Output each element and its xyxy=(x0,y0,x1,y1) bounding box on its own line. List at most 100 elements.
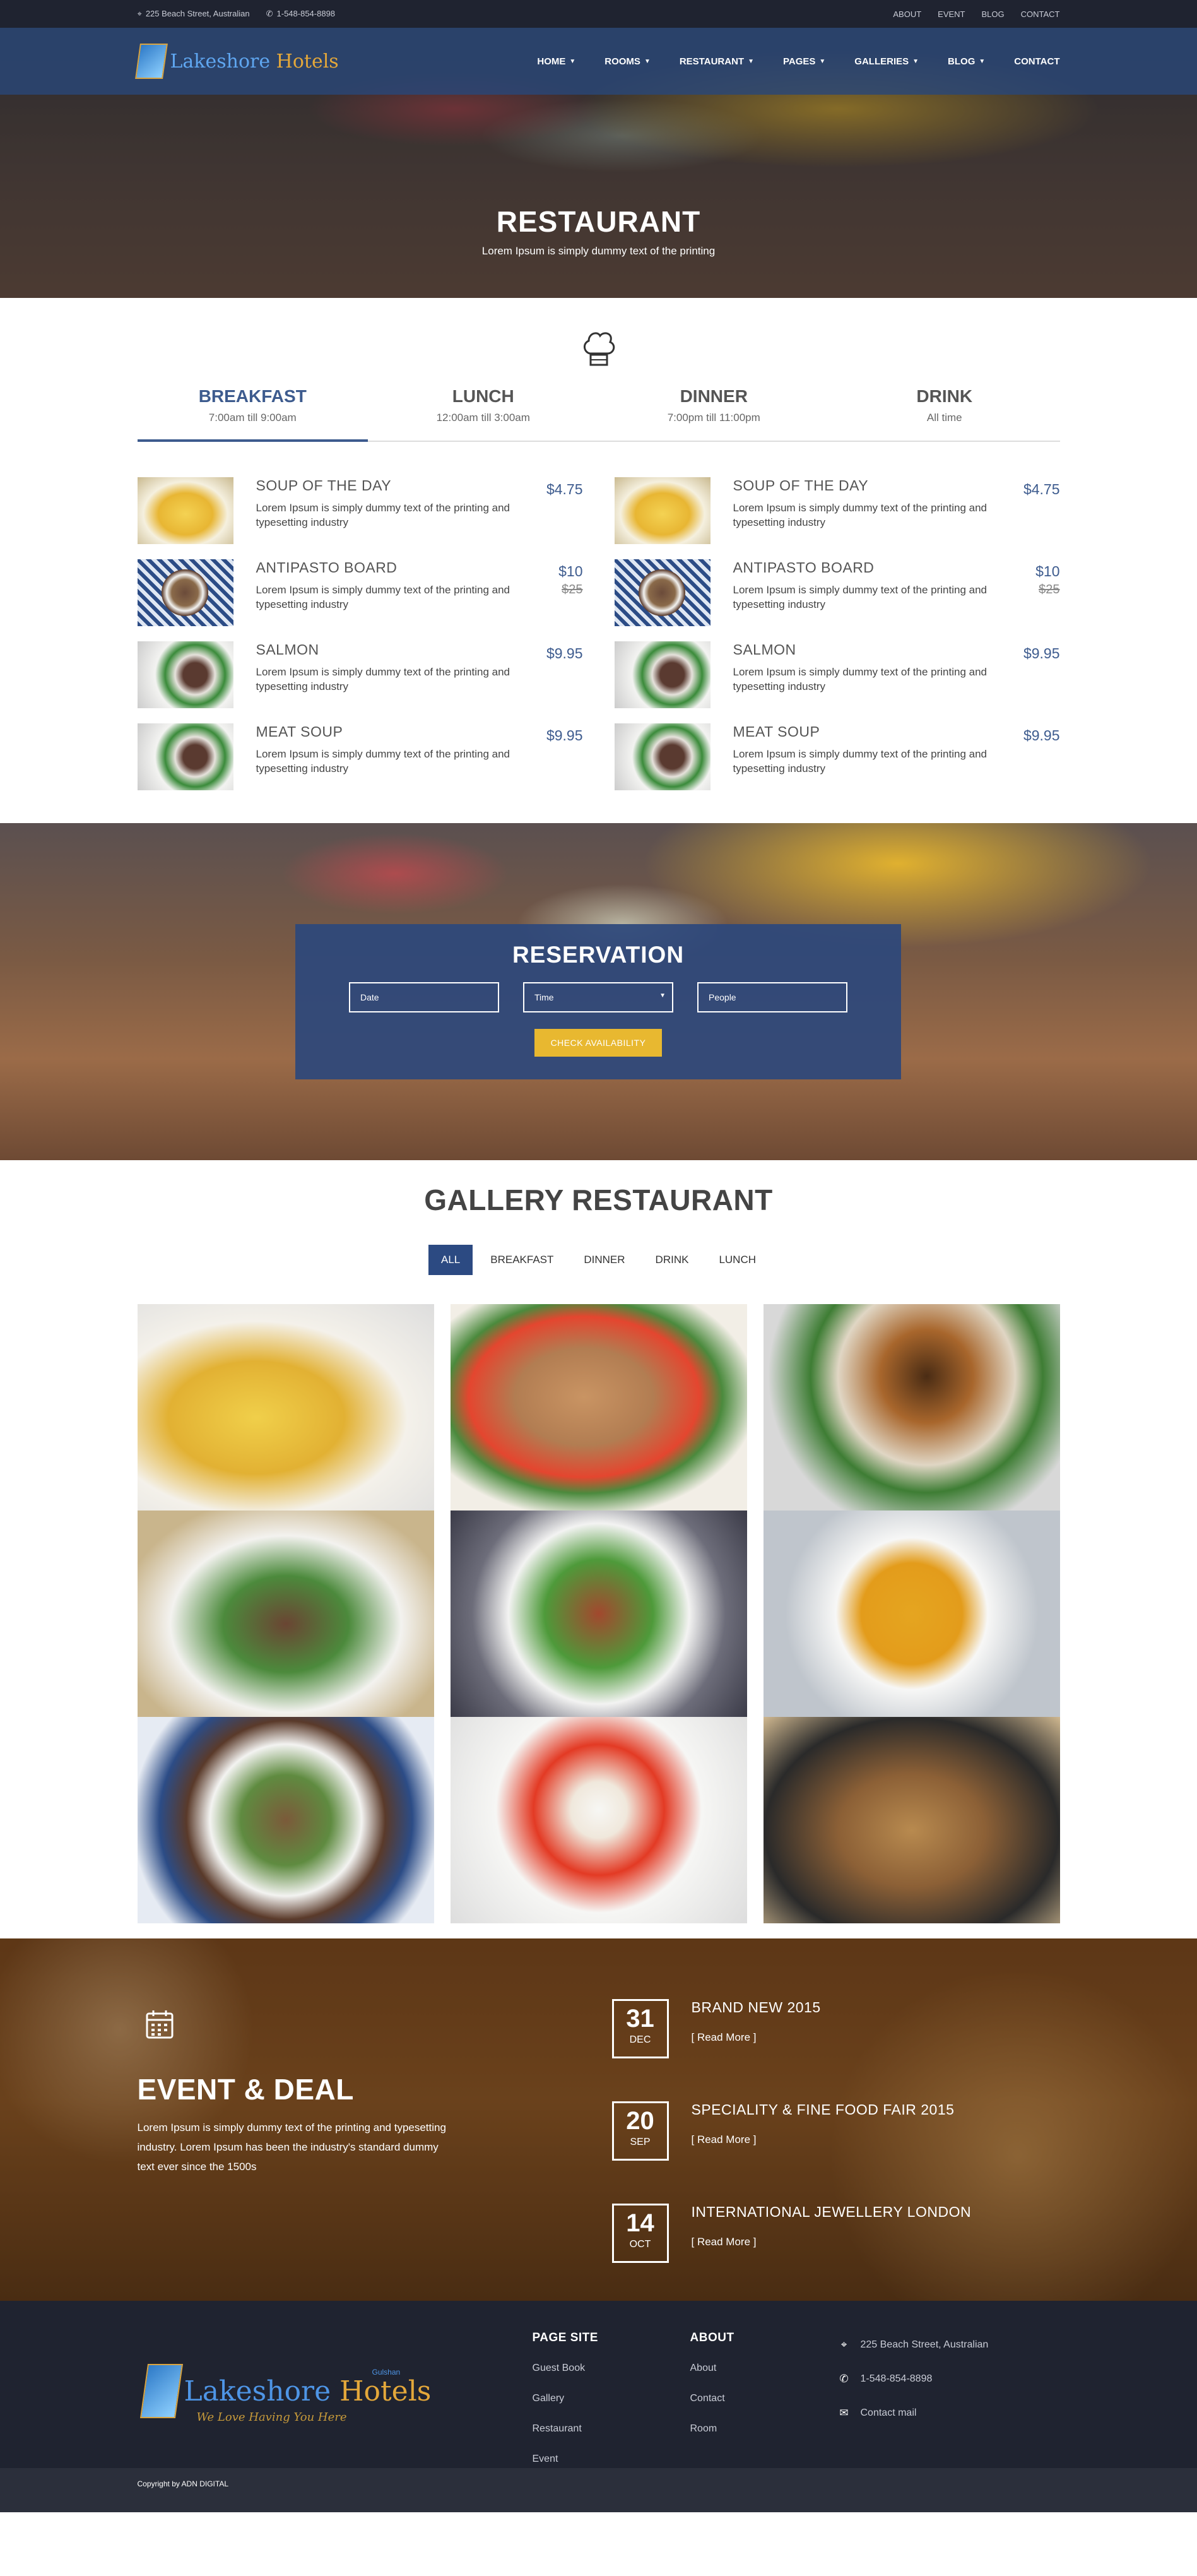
tab-breakfast[interactable]: BREAKFAST 7:00am till 9:00am xyxy=(137,386,368,442)
dish-item[interactable]: SALMON Lorem Ipsum is simply dummy text o… xyxy=(614,641,1060,708)
nav-contact[interactable]: CONTACT xyxy=(1014,56,1059,67)
phone-icon: ✆ xyxy=(839,2373,849,2385)
page-title: RESTAURANT xyxy=(496,205,701,238)
gallery-title: GALLERY RESTAURANT xyxy=(424,1184,773,1216)
time-select[interactable]: Time ▼ xyxy=(523,982,673,1012)
event-description: Lorem Ipsum is simply dummy text of the … xyxy=(137,2122,446,2173)
event-date-badge: 20 SEP xyxy=(611,2101,669,2161)
dish-description: Lorem Ipsum is simply dummy text of the … xyxy=(256,502,510,528)
footer-mail[interactable]: Contact mail xyxy=(861,2407,917,2419)
read-more-link[interactable]: [ Read More ] xyxy=(692,2031,821,2044)
chevron-down-icon: ▼ xyxy=(912,57,919,65)
dish-item[interactable]: MEAT SOUP Lorem Ipsum is simply dummy tex… xyxy=(614,723,1060,790)
dish-item[interactable]: ANTIPASTO BOARD Lorem Ipsum is simply dum… xyxy=(137,559,583,626)
people-input[interactable]: People xyxy=(697,982,847,1012)
gallery-image[interactable] xyxy=(763,1511,1060,1717)
tab-dinner[interactable]: DINNER 7:00pm till 11:00pm xyxy=(599,386,830,441)
footer-logo[interactable]: Lakeshore Hotels Gulshan We Love Having … xyxy=(139,2364,431,2424)
gallery-image[interactable] xyxy=(763,1717,1060,1923)
tab-drink[interactable]: DRINK All time xyxy=(829,386,1060,441)
map-pin-icon: ⌖ xyxy=(137,9,142,18)
dish-price: $10 $25 xyxy=(533,559,583,597)
topbar-link-contact[interactable]: CONTACT xyxy=(1021,9,1060,19)
event-date-badge: 14 OCT xyxy=(611,2204,669,2263)
filter-all[interactable]: ALL xyxy=(428,1245,473,1275)
nav-rooms[interactable]: ROOMS ▼ xyxy=(604,56,651,67)
footer-link-guest-book[interactable]: Guest Book xyxy=(533,2363,598,2374)
tab-lunch[interactable]: LUNCH 12:00am till 3:00am xyxy=(368,386,599,441)
footer-link-contact[interactable]: Contact xyxy=(690,2393,734,2404)
dish-item[interactable]: SOUP OF THE DAY Lorem Ipsum is simply dum… xyxy=(614,477,1060,544)
dish-name: SALMON xyxy=(733,641,796,658)
topbar-phone: ✆ 1-548-854-8898 xyxy=(266,9,336,18)
dish-list: SOUP OF THE DAY Lorem Ipsum is simply dum… xyxy=(137,477,1060,790)
topbar-link-blog[interactable]: BLOG xyxy=(982,9,1005,19)
topbar-link-about[interactable]: ABOUT xyxy=(893,9,921,19)
nav-pages[interactable]: PAGES ▼ xyxy=(783,56,825,67)
reservation-title: RESERVATION xyxy=(512,942,685,968)
event-section: EVENT & DEAL Lorem Ipsum is simply dummy… xyxy=(0,1938,1197,2301)
hero-subtitle: Lorem Ipsum is simply dummy text of the … xyxy=(481,245,716,257)
read-more-link[interactable]: [ Read More ] xyxy=(692,2134,955,2146)
event-item: 31 DEC BRAND NEW 2015 [ Read More ] xyxy=(611,1999,821,2058)
topbar-link-event[interactable]: EVENT xyxy=(938,9,965,19)
dish-old-price: $25 xyxy=(562,583,583,597)
dish-price: $10 $25 xyxy=(1010,559,1059,597)
check-availability-button[interactable]: CHECK AVAILABILITY xyxy=(534,1029,663,1057)
dish-item[interactable]: MEAT SOUP Lorem Ipsum is simply dummy tex… xyxy=(137,723,583,790)
footer-link-gallery[interactable]: Gallery xyxy=(533,2393,598,2404)
gallery-image[interactable] xyxy=(137,1717,434,1923)
dish-description: Lorem Ipsum is simply dummy text of the … xyxy=(256,748,510,775)
filter-dinner[interactable]: DINNER xyxy=(571,1245,637,1275)
footer-link-about[interactable]: About xyxy=(690,2363,734,2374)
nav-galleries[interactable]: GALLERIES ▼ xyxy=(854,56,919,67)
dish-item[interactable]: ANTIPASTO BOARD Lorem Ipsum is simply dum… xyxy=(614,559,1060,626)
dish-item[interactable]: SALMON Lorem Ipsum is simply dummy text o… xyxy=(137,641,583,708)
dish-image xyxy=(614,641,711,708)
gallery-image[interactable] xyxy=(450,1304,747,1511)
footer-contact: ⌖ 225 Beach Street, Australian ✆ 1-548-854… xyxy=(838,2339,989,2441)
chevron-down-icon: ▼ xyxy=(644,57,651,65)
dish-item[interactable]: SOUP OF THE DAY Lorem Ipsum is simply dum… xyxy=(137,477,583,544)
caret-down-icon: ▼ xyxy=(659,992,666,999)
filter-lunch[interactable]: LUNCH xyxy=(706,1245,769,1275)
date-input[interactable]: Date xyxy=(349,982,499,1012)
footer-address: 225 Beach Street, Australian xyxy=(860,2339,989,2350)
gallery-image[interactable] xyxy=(763,1304,1060,1511)
dish-name: MEAT SOUP xyxy=(733,723,820,740)
filter-drink[interactable]: DRINK xyxy=(643,1245,702,1275)
nav-home[interactable]: HOME ▼ xyxy=(537,56,575,67)
dish-name: SOUP OF THE DAY xyxy=(733,477,869,494)
footer-link-room[interactable]: Room xyxy=(690,2423,734,2435)
gallery-image[interactable] xyxy=(137,1304,434,1511)
phone-icon: ✆ xyxy=(266,9,273,18)
gallery-image[interactable] xyxy=(450,1717,747,1923)
dish-image xyxy=(137,641,233,708)
site-logo[interactable]: Lakeshore Hotels xyxy=(134,44,339,79)
event-name: SPECIALITY & FINE FOOD FAIR 2015 xyxy=(691,2101,955,2118)
nav-blog[interactable]: BLOG ▼ xyxy=(948,56,985,67)
dish-description: Lorem Ipsum is simply dummy text of the … xyxy=(256,584,510,610)
logo-city: Gulshan xyxy=(372,2368,401,2377)
logo-mark-icon xyxy=(134,44,168,79)
gallery-image[interactable] xyxy=(450,1511,747,1717)
dish-price: $4.75 xyxy=(546,481,583,497)
gallery-image[interactable] xyxy=(137,1511,434,1717)
footer-link-event[interactable]: Event xyxy=(533,2454,598,2465)
nav-restaurant[interactable]: RESTAURANT ▼ xyxy=(680,56,754,67)
event-title: EVENT & DEAL xyxy=(137,2073,354,2106)
hero-banner: Lakeshore Hotels HOME ▼ ROOMS ▼ RESTAURANT… xyxy=(0,28,1197,298)
gallery-grid xyxy=(137,1304,1060,1923)
dish-name: ANTIPASTO BOARD xyxy=(733,559,875,576)
chef-hat-icon xyxy=(583,332,615,366)
dish-image xyxy=(614,477,711,544)
logo-mark-icon xyxy=(139,2364,183,2418)
dish-price: $4.75 xyxy=(1023,481,1060,497)
footer-link-restaurant[interactable]: Restaurant xyxy=(533,2423,598,2435)
dish-price: $9.95 xyxy=(546,645,583,662)
read-more-link[interactable]: [ Read More ] xyxy=(692,2236,972,2248)
dish-price: $9.95 xyxy=(1023,727,1060,744)
dish-name: SOUP OF THE DAY xyxy=(256,477,392,494)
filter-breakfast[interactable]: BREAKFAST xyxy=(478,1245,566,1275)
gallery-section: GALLERY RESTAURANT ALL BREAKFAST DINNER … xyxy=(137,1160,1060,1923)
